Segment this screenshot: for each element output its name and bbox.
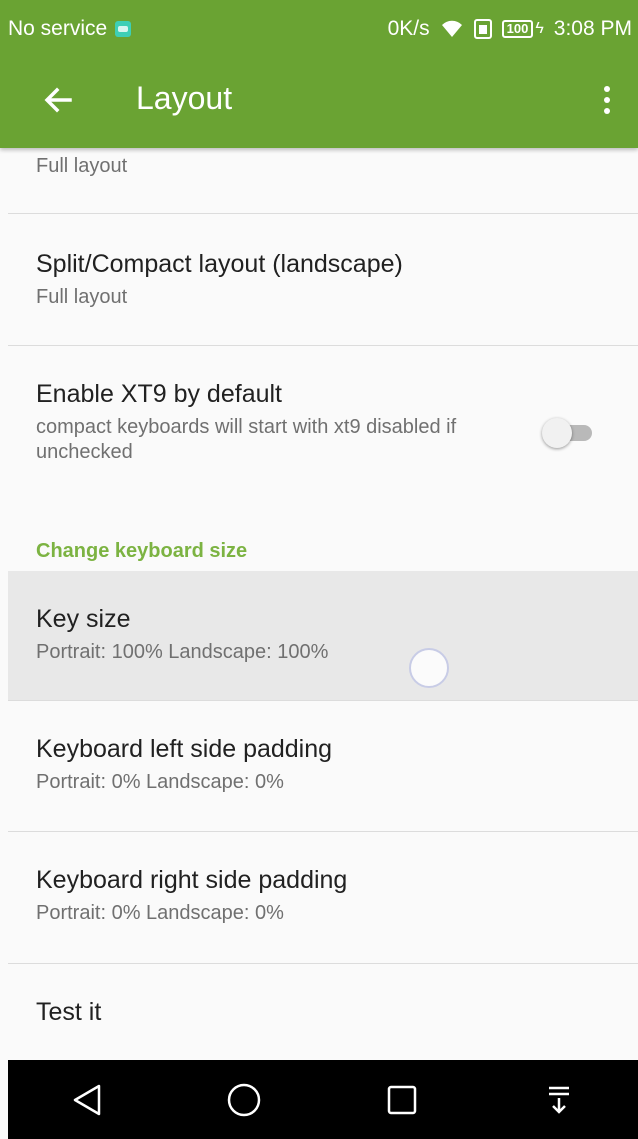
item-summary: Portrait: 100% Landscape: 100% [36, 641, 329, 663]
item-summary: Portrait: 0% Landscape: 0% [36, 771, 284, 793]
arrow-left-icon [44, 87, 72, 113]
list-item-layout-portrait[interactable]: Full layout [0, 148, 638, 214]
header: No service 0K/s 100 ϟ 3:08 PM Layout [0, 0, 638, 148]
list-item-test-it[interactable]: Test it [0, 964, 638, 1060]
nav-notification-button[interactable] [529, 1070, 589, 1130]
toggle-thumb [542, 418, 572, 448]
page-title: Layout [136, 80, 233, 116]
home-circle-icon [228, 1083, 261, 1116]
item-title: Enable XT9 by default [36, 380, 282, 408]
wifi-icon [440, 19, 464, 39]
item-title: Keyboard right side padding [36, 866, 348, 894]
item-title: Keyboard left side padding [36, 735, 333, 763]
charging-bolt-icon: ϟ [535, 20, 544, 37]
back-triangle-icon [73, 1084, 100, 1115]
notification-pull-icon [549, 1086, 570, 1114]
xt9-toggle[interactable] [538, 416, 598, 448]
overflow-menu-button[interactable] [594, 78, 620, 122]
status-bar: No service 0K/s 100 ϟ 3:08 PM [0, 0, 638, 56]
battery-level: 100 [501, 20, 534, 38]
system-nav-bar [8, 1060, 638, 1139]
item-summary: Full layout [36, 286, 128, 308]
list-item-split-compact-layout[interactable]: Split/Compact layout (landscape) Full la… [0, 214, 638, 345]
nav-home-button[interactable] [214, 1070, 274, 1130]
overflow-menu-icon [604, 86, 610, 92]
list-item-right-padding[interactable]: Keyboard right side padding Portrait: 0%… [0, 832, 638, 963]
clock: 3:08 PM [553, 17, 632, 40]
app-bar: Layout [0, 56, 638, 148]
item-summary: Portrait: 0% Landscape: 0% [36, 902, 284, 924]
list-item-left-padding[interactable]: Keyboard left side padding Portrait: 0% … [0, 701, 638, 831]
nav-back-button[interactable] [57, 1070, 117, 1130]
nav-recents-button[interactable] [372, 1070, 432, 1130]
carrier-text: No service [8, 17, 108, 40]
item-title: Key size [36, 605, 131, 633]
android-notification-icon [115, 21, 132, 37]
back-button[interactable] [38, 80, 78, 120]
item-title: Test it [36, 998, 102, 1026]
recents-square-icon [387, 1085, 416, 1114]
net-speed: 0K/s [387, 17, 430, 40]
item-title: Split/Compact layout (landscape) [36, 250, 403, 278]
section-header-keyboard-size: Change keyboard size [36, 540, 248, 562]
item-summary: compact keyboards will start with xt9 di… [36, 416, 457, 463]
touch-indicator [409, 648, 449, 688]
list-item-key-size[interactable]: Key size Portrait: 100% Landscape: 100% [8, 571, 638, 700]
sim-icon [473, 19, 492, 39]
item-summary: Full layout [36, 155, 128, 177]
battery-icon: 100 ϟ [501, 20, 544, 38]
